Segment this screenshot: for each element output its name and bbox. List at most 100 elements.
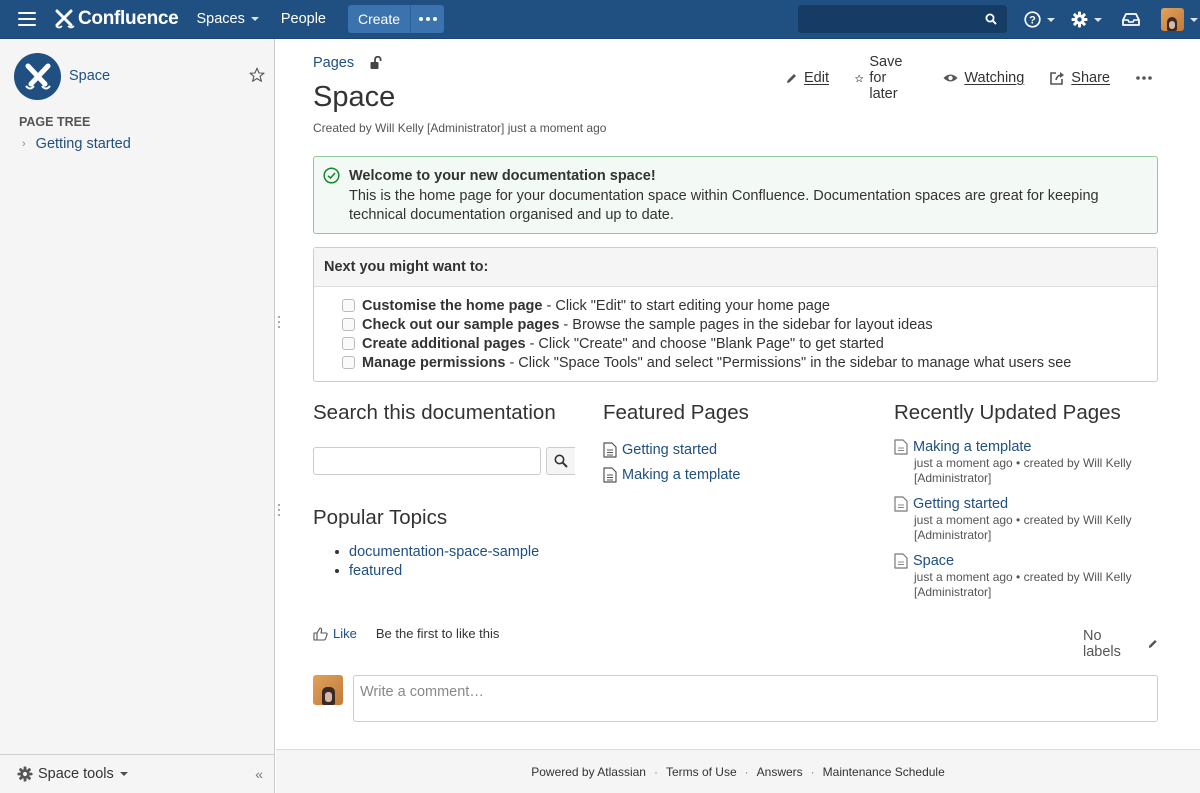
task-title: Check out our sample pages [362, 316, 560, 333]
labels-text: No labels [1083, 628, 1121, 660]
check-circle-icon [323, 167, 340, 184]
help-icon: ? [1024, 11, 1041, 28]
popular-topics-heading: Popular Topics [313, 506, 448, 529]
page-icon [603, 466, 617, 483]
unlocked-icon[interactable] [370, 56, 382, 70]
gear-icon [1071, 11, 1088, 28]
like-label: Like [333, 626, 357, 641]
share-icon [1050, 72, 1065, 85]
page-footer: Powered by Atlassian · Terms of Use · An… [276, 749, 1200, 793]
recent-page-link[interactable]: Making a template [913, 439, 1031, 455]
task-item: Customise the home page - Click "Edit" to… [342, 296, 1157, 315]
task-checkbox[interactable] [342, 356, 355, 369]
sidebar-resize-handle[interactable] [278, 504, 281, 519]
notifications-button[interactable] [1122, 12, 1140, 27]
space-tools-label: Space tools [38, 766, 114, 782]
breadcrumb-pages[interactable]: Pages [313, 55, 354, 71]
crossed-swords-icon [24, 63, 51, 89]
task-title: Customise the home page [362, 297, 543, 314]
user-avatar [1161, 8, 1184, 31]
task-description: - Click "Create" and choose "Blank Page"… [529, 335, 884, 352]
people-label: People [280, 11, 326, 27]
tree-item-getting-started[interactable]: › Getting started [22, 136, 131, 152]
breadcrumb: Pages [313, 55, 382, 71]
task-description: - Click "Space Tools" and select "Permis… [509, 354, 1072, 371]
watching-button[interactable]: Watching [943, 70, 1024, 86]
create-button[interactable]: Create [347, 5, 412, 33]
next-steps-panel: Next you might want to: Customise the ho… [313, 247, 1158, 382]
sidebar-resize-handle[interactable] [278, 316, 281, 331]
edit-button[interactable]: Edit [785, 70, 829, 86]
save-for-later-label: Save for later [869, 54, 903, 102]
footer-link-maintenance[interactable]: Maintenance Schedule [823, 765, 945, 779]
task-list: Customise the home page - Click "Edit" to… [314, 287, 1157, 372]
welcome-title: Welcome to your new documentation space! [349, 168, 656, 184]
top-navigation-bar: Confluence Spaces People Create [0, 0, 1200, 39]
task-item: Create additional pages - Click "Create" … [342, 334, 1157, 353]
task-item: Check out our sample pages - Browse the s… [342, 315, 1157, 334]
featured-page-link[interactable]: Making a template [622, 467, 740, 483]
space-name-link[interactable]: Space [69, 68, 110, 84]
sidebar: Space PAGE TREE › Getting started Space … [0, 39, 275, 793]
settings-menu[interactable] [1071, 11, 1102, 28]
tree-item-label[interactable]: Getting started [36, 136, 131, 152]
save-for-later-button[interactable]: Save for later [855, 54, 917, 102]
more-create-button[interactable] [411, 5, 445, 33]
separator: · [744, 764, 749, 779]
menu-icon[interactable] [18, 12, 36, 26]
task-description: - Browse the sample pages in the sidebar… [563, 316, 933, 333]
spaces-label: Spaces [196, 11, 245, 27]
featured-pages-heading: Featured Pages [603, 401, 749, 424]
pencil-icon [787, 73, 796, 83]
chevron-down-icon [1094, 17, 1102, 22]
search-documentation-input[interactable] [313, 447, 541, 475]
task-checkbox[interactable] [342, 299, 355, 312]
star-icon[interactable] [249, 67, 265, 83]
footer-link-answers[interactable]: Answers [757, 765, 803, 779]
topic-link[interactable]: featured [349, 563, 402, 579]
page-tree-heading: PAGE TREE [19, 115, 91, 129]
global-search-input[interactable] [798, 5, 1007, 33]
space-logo[interactable] [14, 53, 61, 100]
featured-page-item: Getting started [603, 437, 740, 462]
featured-page-item: Making a template [603, 462, 740, 487]
footer-link-terms[interactable]: Terms of Use [666, 765, 737, 779]
space-tools-button[interactable]: Space tools [17, 766, 128, 782]
ellipsis-icon [1136, 76, 1152, 80]
spaces-menu[interactable]: Spaces [196, 11, 259, 27]
user-menu[interactable] [1161, 8, 1198, 31]
recent-page-item: Space just a moment ago • created by Wil… [894, 551, 1154, 600]
comment-input[interactable]: Write a comment… [353, 675, 1158, 722]
like-button[interactable]: Like [313, 626, 357, 641]
search-documentation-button[interactable] [546, 447, 575, 475]
pencil-icon[interactable] [1147, 638, 1158, 650]
confluence-logo[interactable]: Confluence [54, 8, 179, 30]
star-icon [855, 74, 864, 82]
task-checkbox[interactable] [342, 318, 355, 331]
collapse-sidebar-icon[interactable]: « [255, 766, 263, 782]
page-icon [603, 441, 617, 458]
separator: · [653, 764, 658, 779]
chevron-right-icon[interactable]: › [22, 138, 26, 150]
page-title: Space [313, 81, 396, 113]
featured-page-link[interactable]: Getting started [622, 442, 717, 458]
footer-link-powered-by[interactable]: Powered by Atlassian [531, 765, 646, 779]
recent-page-item: Getting started just a moment ago • crea… [894, 494, 1154, 543]
topic-link[interactable]: documentation-space-sample [349, 544, 539, 560]
page-icon [894, 495, 908, 512]
share-button[interactable]: Share [1050, 70, 1110, 86]
chevron-down-icon [250, 17, 259, 21]
people-link[interactable]: People [281, 11, 326, 27]
more-actions-button[interactable] [1136, 76, 1158, 80]
labels-area[interactable]: No labels [1083, 628, 1158, 660]
like-row: Like Be the first to like this [313, 626, 499, 641]
topic-item: featured [335, 561, 539, 580]
recent-page-link[interactable]: Space [913, 553, 954, 569]
recent-page-link[interactable]: Getting started [913, 496, 1008, 512]
search-icon [985, 13, 997, 25]
help-menu[interactable]: ? [1024, 11, 1055, 28]
task-checkbox[interactable] [342, 337, 355, 350]
next-steps-heading: Next you might want to: [314, 248, 1157, 287]
create-group: Create [347, 5, 445, 33]
welcome-body: This is the home page for your documenta… [349, 188, 1099, 223]
